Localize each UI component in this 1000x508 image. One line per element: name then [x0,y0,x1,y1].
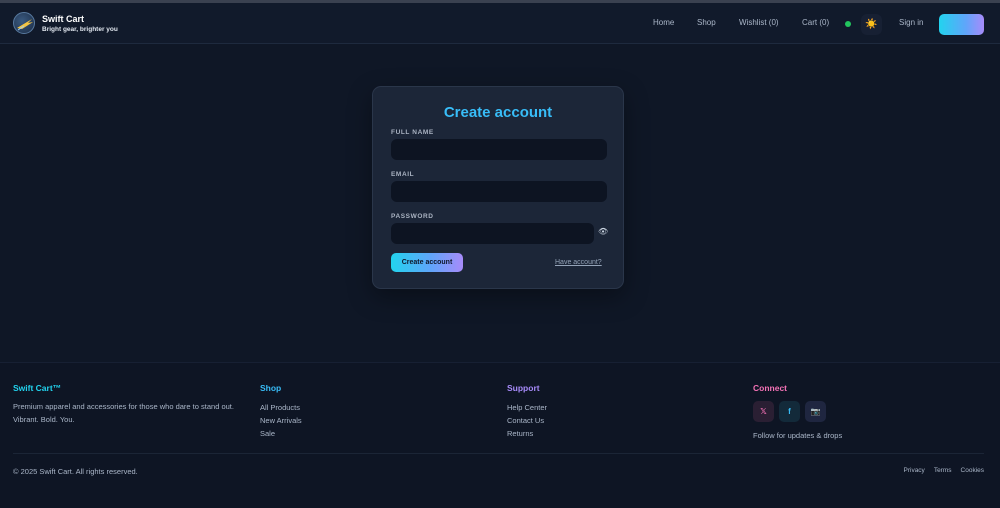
brand[interactable]: Swift Cart Bright gear, brighter you [42,14,118,34]
footer-support-column: Support Help Center Contact Us Returns [507,383,547,440]
full-name-label: FULL NAME [391,129,434,136]
footer-description: Premium apparel and accessories for thos… [13,402,234,424]
online-status-dot [845,21,851,27]
privacy-link[interactable]: Privacy [904,467,925,474]
social-links: 𝕏 f 📷 [753,401,842,422]
brand-tagline: Bright gear, brighter you [42,26,118,33]
nav-wishlist[interactable]: Wishlist (0) [739,18,779,27]
full-name-field[interactable] [391,139,607,160]
site-header: Swift Cart Bright gear, brighter you Hom… [0,3,1000,44]
footer-link-all-products[interactable]: All Products [260,401,302,414]
footer-connect-column: Connect 𝕏 f 📷 Follow for updates & drops [753,383,842,443]
site-footer: Swift Cart™ Premium apparel and accessor… [0,362,1000,508]
footer-link-returns[interactable]: Returns [507,427,547,440]
brand-logo-icon[interactable] [13,12,35,34]
footer-link-contact-us[interactable]: Contact Us [507,414,547,427]
footer-link-new-arrivals[interactable]: New Arrivals [260,414,302,427]
legal-links: Privacy Terms Cookies [904,467,985,474]
sun-icon: ☀️ [865,19,878,30]
footer-shop-column: Shop All Products New Arrivals Sale [260,383,302,440]
create-account-button[interactable]: Create account [391,253,463,272]
nav-cart[interactable]: Cart (0) [802,18,829,27]
follow-text: Follow for updates & drops [753,431,843,440]
nav-home[interactable]: Home [653,18,674,27]
page-title: Create account [443,104,553,121]
footer-link-help-center[interactable]: Help Center [507,401,547,414]
x-twitter-icon[interactable]: 𝕏 [753,401,774,422]
instagram-icon[interactable]: 📷 [805,401,826,422]
password-label: PASSWORD [391,213,434,220]
brand-name: Swift Cart [42,14,85,24]
have-account-link[interactable]: Have account? [555,259,602,266]
theme-toggle-button[interactable]: ☀️ [861,14,882,35]
join-button[interactable] [939,14,984,35]
copyright: © 2025 Swift Cart. All rights reserved. [13,467,138,476]
nav-shop[interactable]: Shop [697,18,716,27]
sign-in-link[interactable]: Sign in [899,18,923,27]
footer-link-sale[interactable]: Sale [260,427,302,440]
email-field[interactable] [391,181,607,202]
signup-card: Create account FULL NAME EMAIL PASSWORD … [372,86,624,289]
footer-support-heading: Support [507,383,540,393]
footer-brand: Swift Cart™ [13,383,62,393]
cookies-link[interactable]: Cookies [961,467,984,474]
footer-connect-heading: Connect [753,383,787,393]
footer-divider [13,453,984,454]
footer-brand-column: Swift Cart™ Premium apparel and accessor… [13,383,248,426]
email-label: EMAIL [391,171,415,178]
password-field[interactable] [391,223,594,244]
terms-link[interactable]: Terms [934,467,952,474]
show-password-eye-icon[interactable]: 👁 [598,227,608,236]
footer-shop-heading: Shop [260,383,282,393]
facebook-icon[interactable]: f [779,401,800,422]
